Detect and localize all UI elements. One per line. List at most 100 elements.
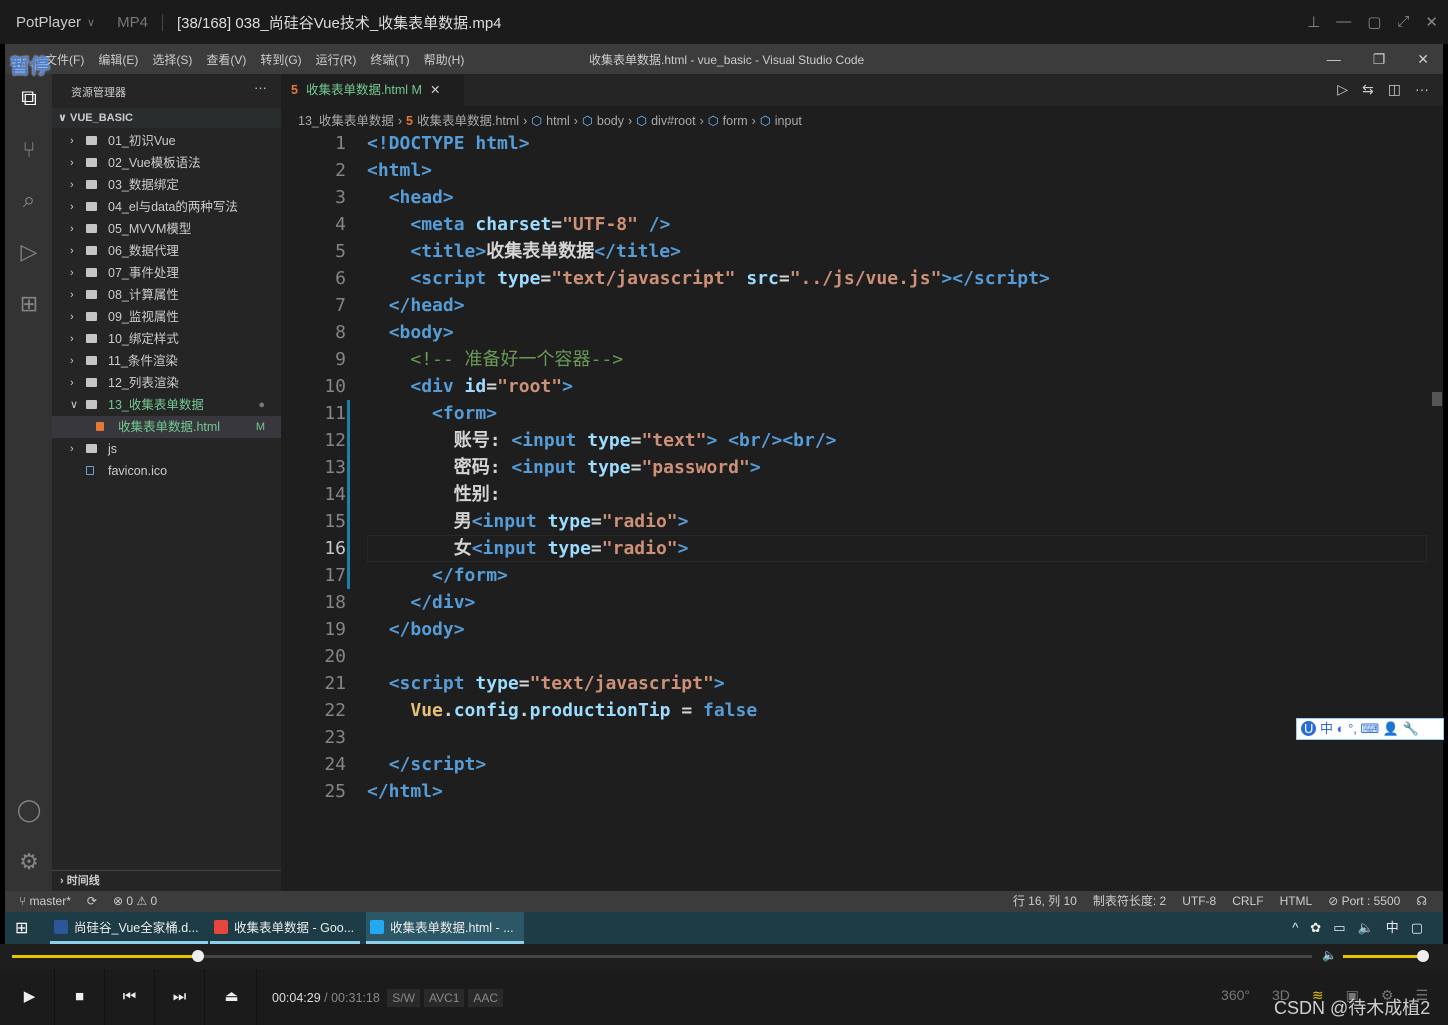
breadcrumb-item[interactable]: html [546,114,570,128]
encoding[interactable]: UTF-8 [1182,891,1216,912]
editor-scrollbar[interactable] [1432,392,1442,406]
more-icon[interactable]: ··· [1415,81,1429,98]
seek-progress [12,955,198,958]
cursor-position[interactable]: 行 16, 列 10 [1013,891,1077,912]
volume-icon[interactable]: 🔈 [1322,948,1337,962]
seek-bar[interactable] [12,950,1312,962]
chevron-down-icon[interactable]: ∨ [87,16,95,29]
volume-handle[interactable] [1417,950,1429,962]
branch-indicator[interactable]: ⑂ master* [19,891,71,912]
menu-item[interactable]: 选择(S) [152,51,192,68]
stop-button[interactable]: ■ [55,969,105,1025]
breadcrumb-item[interactable]: input [775,114,802,128]
ime-toolbar[interactable]: U 中 ◐ °, ⌨ 👤 🔧 [1296,718,1444,740]
line-ending[interactable]: CRLF [1232,891,1263,912]
next-button[interactable]: ⏭ [155,969,205,1025]
restore-icon[interactable]: ❐ [1373,51,1386,68]
tree-item[interactable]: ∨ 13_收集表单数据 ● [52,394,281,416]
taskbar-item[interactable]: 收集表单数据.html - ... [366,912,524,944]
tray-icon[interactable]: 中 [1386,912,1399,944]
tree-item[interactable]: › js [52,438,281,460]
menu-item[interactable]: 文件(F) [45,51,84,68]
close-tab-icon[interactable]: ✕ [430,83,440,97]
run-icon[interactable]: ▷ [1337,81,1348,98]
tray-icon[interactable]: ✿ [1310,912,1321,944]
tab-collect-form-html[interactable]: 5 收集表单数据.html M ✕ [281,74,464,106]
player-option-icon[interactable]: 360° [1221,987,1250,1004]
tree-item[interactable]: › 05_MVVM模型 [52,218,281,240]
pin-icon[interactable]: ⊥ [1307,13,1320,31]
source-control-icon[interactable]: ⑂ [15,136,43,164]
minimize-icon[interactable]: — [1327,51,1341,68]
potplayer-menu[interactable]: PotPlayer [16,14,81,31]
chevron-right-icon: › [70,377,74,389]
code-token: <input [471,511,548,532]
tree-item[interactable]: › 11_条件渲染 [52,350,281,372]
tree-item-label: favicon.ico [108,464,168,478]
breadcrumb-item[interactable]: 收集表单数据.html [417,114,519,128]
tree-item[interactable]: › 08_计算属性 [52,284,281,306]
language-mode[interactable]: HTML [1280,891,1313,912]
breadcrumb-item[interactable]: body [597,114,624,128]
menu-item[interactable]: 查看(V) [206,51,246,68]
video-codec-chip[interactable]: AVC1 [423,989,465,1007]
live-server-port[interactable]: ⊘ Port : 5500 [1328,891,1400,912]
tree-item[interactable]: › 02_Vue模板语法 [52,152,281,174]
account-icon[interactable]: ◯ [15,796,43,824]
tree-item[interactable]: › 10_绑定样式 [52,328,281,350]
tree-item[interactable]: › 04_el与data的两种写法 [52,196,281,218]
compare-icon[interactable]: ⇆ [1362,81,1374,98]
app-icon [54,920,68,934]
maximize-icon[interactable]: ▢ [1367,13,1381,31]
breadcrumb-item[interactable]: form [723,114,748,128]
close-icon[interactable]: ✕ [1425,13,1438,31]
feedback-icon[interactable]: ☊ [1416,891,1427,912]
tree-item[interactable]: › 07_事件处理 [52,262,281,284]
taskbar-item[interactable]: 尚硅谷_Vue全家桶.d... [50,912,208,944]
tray-icon[interactable]: ▢ [1411,912,1423,944]
tab-size[interactable]: 制表符长度: 2 [1093,891,1166,912]
extensions-icon[interactable]: ⊞ [15,290,43,318]
breadcrumb-item[interactable]: 13_收集表单数据 [298,114,394,128]
explorer-icon[interactable]: ⧉ [15,84,43,112]
volume-slider[interactable] [1343,950,1429,962]
seek-handle[interactable] [191,950,204,962]
play-button[interactable]: ▶ [5,969,55,1025]
tray-icon[interactable]: ^ [1292,912,1298,944]
tree-item[interactable]: › 06_数据代理 [52,240,281,262]
close-icon[interactable]: ✕ [1417,51,1429,68]
eject-button[interactable]: ⏏ [207,969,257,1025]
code-token: 性别: [367,484,501,505]
menu-item[interactable]: 转到(G) [260,51,301,68]
tray-icon[interactable]: ▭ [1333,912,1345,944]
tree-item[interactable]: › 09_监视属性 [52,306,281,328]
problems-indicator[interactable]: ⊗ 0 ⚠ 0 [113,891,157,912]
windows-start-icon[interactable]: ⊞ [15,918,28,938]
tree-item[interactable]: › 03_数据绑定 [52,174,281,196]
tree-item[interactable]: › 12_列表渲染 [52,372,281,394]
tray-icon[interactable]: 🔈 [1358,912,1374,944]
sync-icon[interactable]: ⟳ [87,891,97,912]
menu-item[interactable]: 帮助(H) [424,51,465,68]
menu-item[interactable]: 编辑(E) [98,51,138,68]
search-icon[interactable]: ⌕ [15,186,43,214]
tree-item[interactable]: 收集表单数据.html M [52,416,281,438]
breadcrumb-item[interactable]: div#root [651,114,695,128]
run-debug-icon[interactable]: ▷ [15,238,43,266]
menu-item[interactable]: 终端(T) [370,51,409,68]
workspace-root[interactable]: ∨ VUE_BASIC [52,108,281,128]
fullscreen-icon[interactable]: ⤢ [1397,13,1409,31]
split-editor-icon[interactable]: ◫ [1388,81,1401,98]
previous-button[interactable]: ⏮ [105,969,155,1025]
chevron-right-icon: › [70,157,74,169]
settings-gear-icon[interactable]: ⚙ [15,848,43,876]
more-actions-button[interactable]: ··· [254,80,267,95]
tree-item[interactable]: favicon.ico [52,460,281,482]
taskbar-item[interactable]: 收集表单数据 - Goo... [210,912,360,944]
decoder-chip[interactable]: S/W [387,989,420,1007]
timeline-section[interactable]: › 时间线 [52,870,281,890]
audio-codec-chip[interactable]: AAC [468,989,504,1007]
menu-item[interactable]: 运行(R) [316,51,357,68]
minimize-icon[interactable]: — [1336,13,1351,31]
tree-item[interactable]: › 01_初识Vue [52,130,281,152]
